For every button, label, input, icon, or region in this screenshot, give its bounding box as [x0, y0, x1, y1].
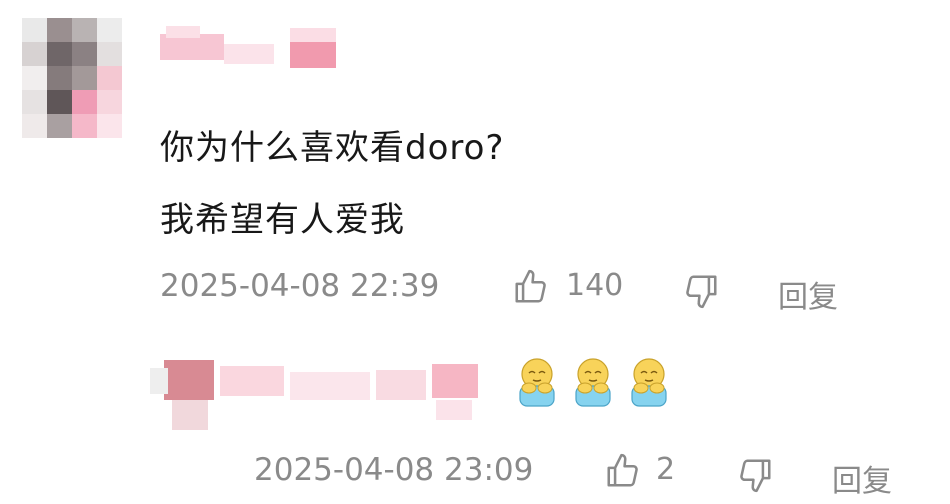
reply-username-redacted[interactable]	[150, 354, 480, 434]
thumbs-down-icon[interactable]	[736, 456, 774, 494]
doro-emoji-icon	[575, 358, 611, 407]
doro-emoji-icon	[631, 358, 667, 407]
comment-line-1: 你为什么喜欢看doro?	[160, 128, 505, 168]
reply-like-count: 2	[656, 452, 676, 487]
doro-emoji-icon	[519, 358, 555, 407]
reply-timestamp: 2025-04-08 23:09	[254, 452, 534, 488]
avatar[interactable]	[22, 18, 122, 138]
thumbs-down-icon[interactable]	[682, 272, 720, 310]
like-count: 140	[566, 268, 624, 303]
comment-timestamp: 2025-04-08 22:39	[160, 268, 440, 304]
reply-button[interactable]: 回复	[778, 272, 838, 316]
comment-line-2: 我希望有人爱我	[160, 200, 405, 240]
reply-reply-button[interactable]: 回复	[832, 456, 892, 500]
thumbs-up-icon[interactable]	[512, 268, 550, 306]
thumbs-up-icon[interactable]	[604, 452, 642, 490]
username-redacted[interactable]	[160, 22, 360, 74]
